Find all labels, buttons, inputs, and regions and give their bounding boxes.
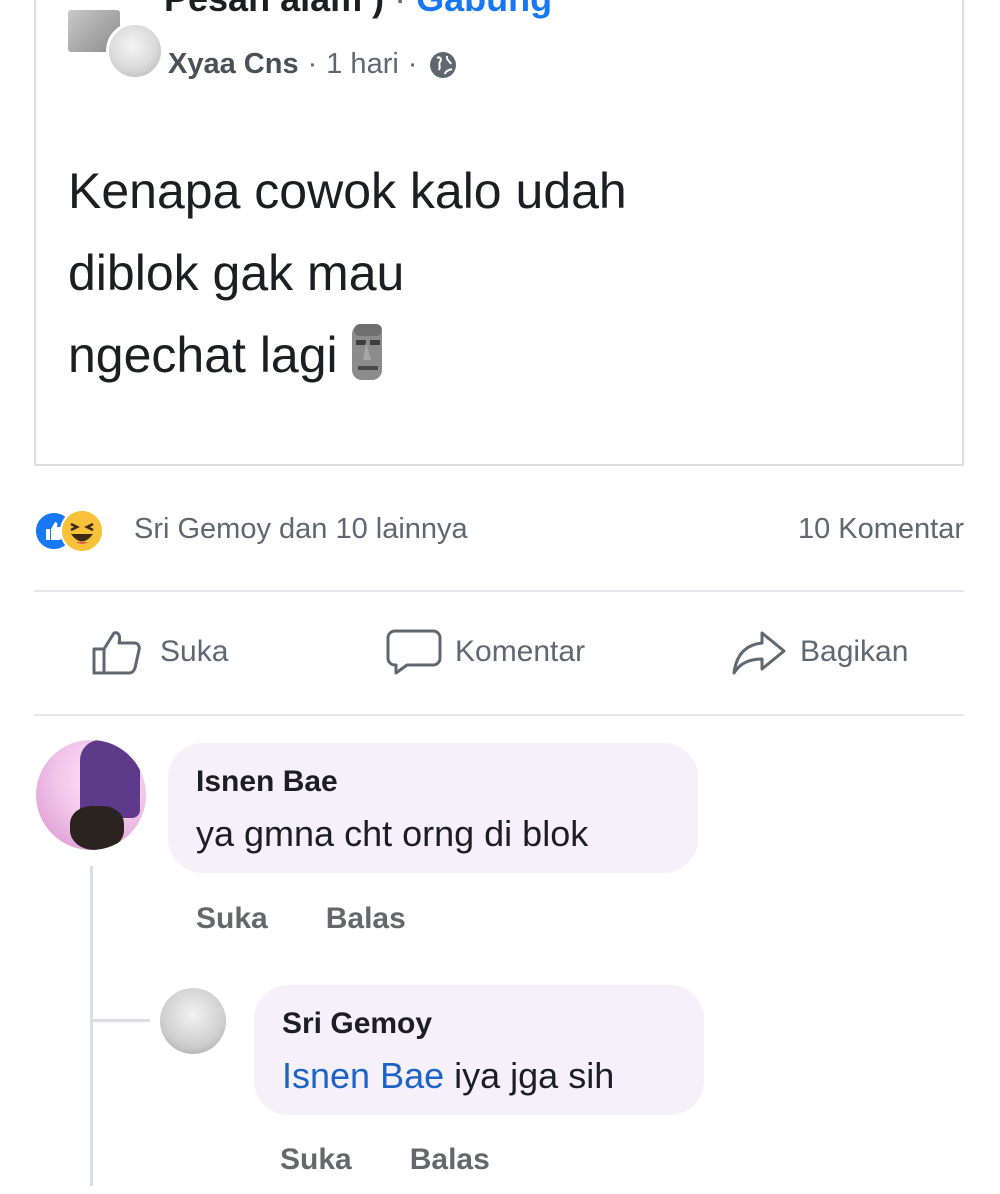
share-arrow-icon bbox=[732, 631, 786, 675]
divider-bottom bbox=[34, 714, 964, 716]
reply-bubble: Sri Gemoy Isnen Bae iya jga sih bbox=[254, 985, 704, 1115]
share-button[interactable]: Bagikan bbox=[730, 622, 908, 682]
comment-button[interactable]: Komentar bbox=[385, 622, 585, 682]
comment-text: ya gmna cht orng di blok bbox=[196, 813, 589, 854]
post-text-line-2: diblok gak mau bbox=[68, 245, 405, 301]
reply-actions: Suka Balas bbox=[280, 1143, 548, 1177]
header-separator: · bbox=[394, 0, 406, 19]
reply-reply-button[interactable]: Balas bbox=[410, 1143, 490, 1177]
post-header: Pesan alam ) · Gabung bbox=[164, 0, 552, 20]
like-button-label: Suka bbox=[160, 635, 229, 668]
comment-count[interactable]: 10 Komentar bbox=[798, 513, 964, 546]
reactions-summary[interactable]: Sri Gemoy dan 10 lainnya bbox=[134, 513, 468, 546]
divider-top bbox=[34, 590, 964, 592]
commenter-avatar[interactable] bbox=[36, 740, 146, 850]
reply-mention[interactable]: Isnen Bae bbox=[282, 1055, 444, 1096]
comment-author[interactable]: Isnen Bae bbox=[196, 765, 338, 799]
like-button[interactable]: Suka bbox=[90, 622, 228, 682]
reply-text-wrap: Isnen Bae iya jga sih bbox=[282, 1055, 614, 1097]
speech-bubble-icon bbox=[386, 629, 442, 675]
comment-bubble: Isnen Bae ya gmna cht orng di blok bbox=[168, 743, 698, 873]
post-card: Pesan alam ) · Gabung Xyaa Cns · 1 hari … bbox=[34, 0, 964, 466]
reply-thread-line bbox=[90, 866, 93, 1186]
reply-text: iya jga sih bbox=[444, 1055, 615, 1096]
comment-actions: Suka Balas bbox=[196, 902, 464, 936]
reply-thread-connector bbox=[90, 1019, 150, 1022]
avatar-face bbox=[70, 806, 124, 850]
reply-like-button[interactable]: Suka bbox=[280, 1143, 352, 1177]
moai-icon bbox=[351, 324, 382, 380]
reaction-icons bbox=[34, 509, 126, 553]
post-time[interactable]: 1 hari bbox=[326, 48, 399, 81]
post-text-line-3: ngechat lagi bbox=[68, 327, 338, 383]
share-button-label: Bagikan bbox=[800, 635, 909, 668]
post-text-line-1: Kenapa cowok kalo udah bbox=[68, 163, 627, 219]
join-group-link[interactable]: Gabung bbox=[416, 0, 552, 19]
globe-icon bbox=[430, 51, 457, 78]
post-text-line-3-wrap: ngechat lagi bbox=[68, 314, 627, 396]
post-meta: Xyaa Cns · 1 hari · bbox=[168, 48, 458, 81]
reply-author[interactable]: Sri Gemoy bbox=[282, 1007, 432, 1041]
comment-like-button[interactable]: Suka bbox=[196, 902, 268, 936]
meta-separator: · bbox=[307, 48, 318, 80]
comment-button-label: Komentar bbox=[455, 635, 586, 668]
reactions-bar[interactable]: Sri Gemoy dan 10 lainnya 10 Komentar bbox=[34, 505, 964, 555]
reply-avatar[interactable] bbox=[160, 988, 226, 1054]
thumbs-up-icon bbox=[92, 631, 141, 675]
post-text: Kenapa cowok kalo udah diblok gak mau ng… bbox=[68, 150, 627, 396]
meta-separator-2: · bbox=[407, 48, 418, 80]
author-name[interactable]: Xyaa Cns bbox=[168, 48, 299, 81]
haha-icon bbox=[60, 509, 104, 553]
group-name[interactable]: Pesan alam ) bbox=[164, 0, 384, 19]
author-avatar[interactable] bbox=[106, 22, 164, 80]
comment-reply-button[interactable]: Balas bbox=[326, 902, 406, 936]
